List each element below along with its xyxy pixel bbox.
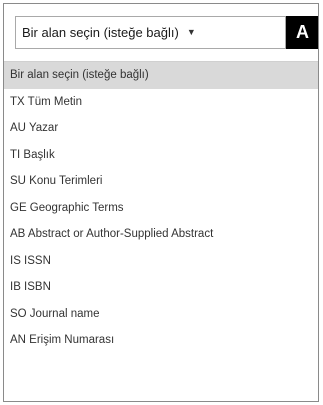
option-is-issn[interactable]: IS ISSN: [4, 248, 318, 275]
option-au-author[interactable]: AU Yazar: [4, 115, 318, 142]
field-select-value: Bir alan seçin (isteğe bağlı): [22, 25, 179, 40]
option-ib-isbn[interactable]: IB ISBN: [4, 274, 318, 301]
search-button-label: A: [296, 22, 309, 42]
option-ti-title[interactable]: TI Başlık: [4, 142, 318, 169]
option-ab-abstract[interactable]: AB Abstract or Author-Supplied Abstract: [4, 221, 318, 248]
dropdown-frame: Bir alan seçin (isteğe bağlı) ▼ A Bir al…: [3, 3, 319, 402]
option-su-subject-terms[interactable]: SU Konu Terimleri: [4, 168, 318, 195]
option-so-journal-name[interactable]: SO Journal name: [4, 301, 318, 328]
option-select-field[interactable]: Bir alan seçin (isteğe bağlı): [4, 62, 318, 89]
field-options-list: Bir alan seçin (isteğe bağlı) TX Tüm Met…: [4, 62, 318, 401]
search-toolbar: Bir alan seçin (isteğe bağlı) ▼ A: [4, 4, 318, 62]
field-select[interactable]: Bir alan seçin (isteğe bağlı) ▼: [15, 16, 286, 49]
option-tx-all-text[interactable]: TX Tüm Metin: [4, 89, 318, 116]
caret-down-icon: ▼: [186, 27, 196, 37]
option-ge-geographic-terms[interactable]: GE Geographic Terms: [4, 195, 318, 222]
search-button[interactable]: A: [286, 16, 318, 49]
option-an-accession-number[interactable]: AN Erişim Numarası: [4, 327, 318, 354]
